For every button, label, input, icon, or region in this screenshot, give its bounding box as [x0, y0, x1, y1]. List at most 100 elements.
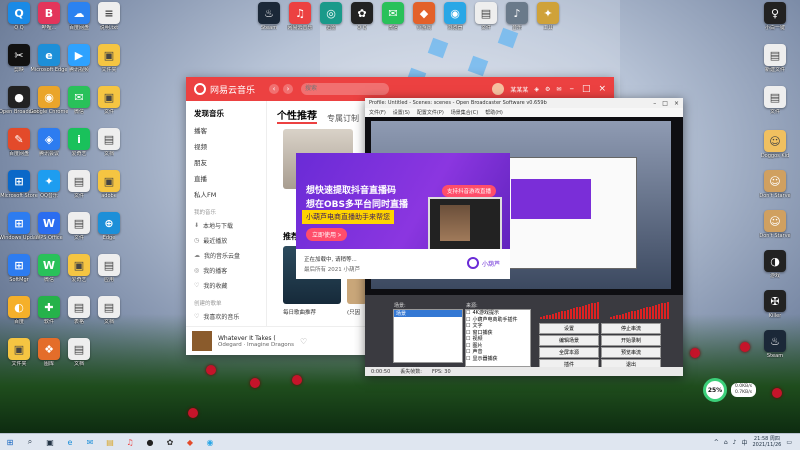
desktop-icon[interactable]: ◉ Google Chrome: [30, 86, 68, 115]
desktop-icon[interactable]: QQ Q: [2, 2, 36, 31]
desktop-icon[interactable]: e Microsoft Edge: [31, 44, 67, 73]
sidebar-item-podcast[interactable]: 播客: [186, 122, 266, 138]
settings-icon[interactable]: ⚙: [545, 86, 550, 93]
scenes-list[interactable]: 场景: 场景: [393, 303, 463, 363]
desktop-icon[interactable]: ✉ 微信: [62, 86, 96, 115]
sidebar-item-discover[interactable]: 发现音乐: [186, 105, 266, 122]
app-icon[interactable]: ✿: [163, 436, 177, 448]
minimize-icon[interactable]: –: [653, 100, 656, 107]
desktop-icon[interactable]: ◈ 腾讯会议: [32, 128, 66, 157]
desktop-icon[interactable]: i 爱奇艺: [62, 128, 96, 157]
sidebar-item-video[interactable]: 视频: [186, 138, 266, 154]
desktop-icon[interactable]: ▤ 文档: [92, 128, 126, 157]
sidebar-item-friends[interactable]: 朋友: [186, 154, 266, 170]
sidebar-sub-podcast[interactable]: ◎ 我的播客: [186, 263, 266, 278]
desktop-icon[interactable]: ❖ 图库: [32, 338, 66, 367]
forward-arrow-icon[interactable]: ›: [283, 84, 294, 94]
desktop-icon[interactable]: ⊕ Edge: [92, 212, 126, 241]
desktop-icon[interactable]: ☺ Don't Starve: [758, 210, 792, 239]
sources-list[interactable]: 来源: ☐ 4K游戏提示 ☐ 小葫芦电商助手插件 ☐ 文字 ☐ 窗口捕获 ☐ 视频 ☐ 图片 ☐ 声音 ☐ 显…: [465, 303, 531, 367]
user-name[interactable]: 某某某: [510, 85, 528, 94]
desktop-icon[interactable]: ▣ adobe: [92, 170, 126, 199]
network-icon[interactable]: ⌂: [724, 439, 728, 446]
desktop-icon[interactable]: ▤ 文件: [62, 212, 96, 241]
desktop-icon[interactable]: ◐ 百度: [2, 296, 36, 325]
sidebar-sub-local[interactable]: ⬇ 本地与下载: [186, 218, 266, 233]
desktop-icon[interactable]: ▤ 文档: [92, 296, 126, 325]
desktop-icon[interactable]: ⊞ Windows Update: [0, 212, 39, 241]
obs-menu-help[interactable]: 帮助(H): [485, 109, 503, 116]
desktop-icon[interactable]: ◉ 浏览器: [438, 2, 472, 31]
app-icon[interactable]: ◉: [203, 436, 217, 448]
ime-icon[interactable]: 中: [741, 438, 747, 447]
desktop-icon[interactable]: ▤ 文件: [469, 2, 503, 31]
desktop-icon[interactable]: W 微信: [32, 254, 66, 283]
sidebar-item-fm[interactable]: 私人FM: [186, 186, 266, 202]
clock[interactable]: 21:58 周四 2021/11/26: [753, 436, 782, 448]
task-view-icon[interactable]: ▣: [43, 436, 57, 448]
album-cover[interactable]: [192, 331, 212, 351]
network-widget[interactable]: 25% 0.0KB/s 0.7KB/s: [703, 377, 767, 403]
obs-btn-edit-scene[interactable]: 编辑场景: [539, 335, 599, 346]
desktop-icon[interactable]: ✦ 工具: [531, 2, 565, 31]
minimize-icon[interactable]: –: [569, 84, 574, 94]
tab-exclusive[interactable]: 专属订制: [327, 113, 359, 124]
sidebar-sub-recent[interactable]: ◷ 最近播放: [186, 233, 266, 248]
desktop-icon[interactable]: ▤ 表格: [62, 296, 96, 325]
obs-titlebar[interactable]: Profile: Untitled - Scenes: scenes - Ope…: [365, 98, 683, 108]
desktop-icon[interactable]: ◆ 小游戏: [407, 2, 441, 31]
volume-icon[interactable]: ♪: [733, 439, 737, 446]
obs-btn-stop-stream[interactable]: 停止串流: [601, 323, 661, 334]
obs-menu-profile[interactable]: 配置文件(P): [417, 109, 444, 116]
maximize-icon[interactable]: □: [582, 84, 591, 94]
desktop-icon[interactable]: ▤ 文件: [62, 170, 96, 199]
desktop-icon[interactable]: ☺ Doggos Kid: [758, 130, 792, 159]
sidebar-sub-collect[interactable]: ♡ 我的收藏: [186, 278, 266, 293]
netease-music-icon[interactable]: ♫: [123, 436, 137, 448]
avatar[interactable]: [492, 83, 505, 95]
close-icon[interactable]: ×: [598, 84, 606, 94]
desktop-icon[interactable]: ☁ 百度网盘: [62, 2, 96, 31]
scene-item[interactable]: 场景: [394, 310, 462, 317]
desktop-icon[interactable]: ♨ Steam: [252, 2, 286, 31]
heart-icon[interactable]: ♡: [300, 337, 307, 346]
desktop-icon[interactable]: ▤ 文件: [758, 86, 792, 115]
desktop-icon[interactable]: ♨ Steam: [758, 330, 792, 359]
notification-icon[interactable]: ▭: [786, 439, 792, 446]
obs-btn-preview[interactable]: 预览串流: [601, 347, 661, 358]
desktop-icon[interactable]: ✉ 微信: [376, 2, 410, 31]
music-user[interactable]: 某某某 ◈ ⚙ ✉: [492, 83, 561, 95]
desktop-icon[interactable]: ▣ 爱奇艺: [62, 254, 96, 283]
skin-icon[interactable]: ◈: [534, 86, 539, 93]
desktop-icon[interactable]: ✎ 百度网盘: [2, 128, 36, 157]
obs-btn-settings[interactable]: 设置: [539, 323, 599, 334]
desktop-icon[interactable]: ♀ 小白一键: [758, 2, 792, 31]
tray-arrow-icon[interactable]: ^: [714, 439, 719, 446]
maximize-icon[interactable]: □: [662, 100, 668, 107]
obs-btn-fullscreen[interactable]: 全屏本源: [539, 347, 599, 358]
desktop-icon[interactable]: ≡ 说明.txt: [92, 2, 126, 31]
desktop-icon[interactable]: ☺ Don't Starve: [758, 170, 792, 199]
desktop-icon[interactable]: ▤ 新建文件: [758, 44, 792, 73]
desktop-icon[interactable]: B 哔哩...: [32, 2, 66, 31]
close-icon[interactable]: ×: [674, 100, 679, 107]
desktop-icon[interactable]: ▣ 文件: [92, 86, 126, 115]
app-icon[interactable]: ◆: [183, 436, 197, 448]
memory-ring[interactable]: 25%: [703, 378, 727, 402]
desktop-icon[interactable]: ▣ 文件夹: [2, 338, 36, 367]
obs-menu-settings[interactable]: 设置(S): [393, 109, 410, 116]
desktop-icon[interactable]: ⊞ SoftMgr: [2, 254, 36, 283]
desktop-icon[interactable]: W WPS Office: [32, 212, 66, 241]
sidebar-item-live[interactable]: 直播: [186, 170, 266, 186]
obs-btn-record[interactable]: 开始录制: [601, 335, 661, 346]
source-item[interactable]: ☐ 显示器捕获: [466, 356, 530, 363]
desktop-icon[interactable]: ✿ Q Q: [345, 2, 379, 31]
desktop-icon[interactable]: ♫ 网易云音乐: [283, 2, 317, 31]
obs-menu-scene[interactable]: 场景集合(C): [451, 109, 478, 116]
tab-personal[interactable]: 个性推荐: [277, 107, 317, 124]
obs-icon[interactable]: ●: [143, 436, 157, 448]
desktop-icon[interactable]: ▶ 腾讯视频: [62, 44, 96, 73]
start-button[interactable]: ⊞: [3, 436, 17, 448]
search-icon[interactable]: ⌕: [23, 436, 37, 448]
desktop-icon[interactable]: ⊞ Microsoft Store: [0, 170, 38, 199]
